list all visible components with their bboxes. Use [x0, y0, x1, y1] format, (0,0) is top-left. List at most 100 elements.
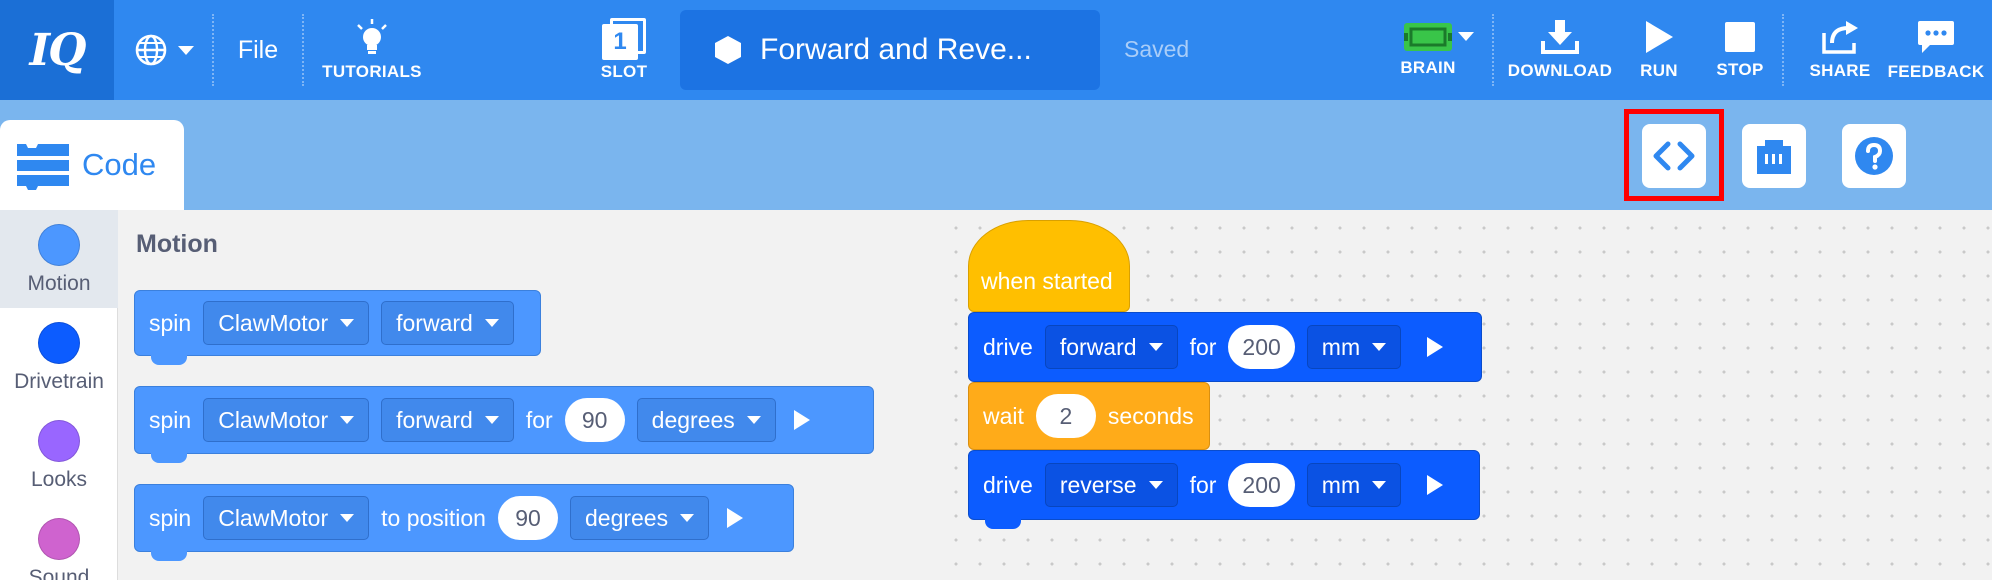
project-title-field[interactable]: Forward and Reve...: [680, 10, 1100, 90]
download-button[interactable]: DOWNLOAD: [1500, 0, 1620, 100]
unit-dropdown[interactable]: degrees: [636, 398, 776, 442]
dropdown-caret-icon: [1372, 481, 1387, 489]
wait-seconds-block[interactable]: wait 2 seconds: [968, 382, 1210, 450]
globe-icon: [135, 34, 167, 66]
dropdown-caret-icon: [1372, 343, 1387, 351]
hexagon-icon: [715, 36, 741, 64]
dropdown-caret-icon: [1148, 343, 1163, 351]
device-icon: [1757, 140, 1791, 174]
block-keyword: spin: [149, 504, 192, 531]
chevron-down-icon: [178, 46, 194, 55]
help-button[interactable]: [1842, 124, 1906, 188]
drivetrain-category-dot: [38, 322, 80, 364]
stop-label: STOP: [1716, 60, 1764, 79]
language-menu-button[interactable]: [128, 0, 202, 100]
run-block-play-icon[interactable]: [1427, 337, 1444, 357]
file-menu-button[interactable]: File: [226, 0, 290, 100]
category-label: Looks: [30, 468, 88, 491]
stop-button[interactable]: STOP: [1706, 0, 1774, 100]
direction-dropdown[interactable]: forward: [381, 398, 514, 442]
category-looks[interactable]: Looks: [0, 406, 118, 504]
direction-dropdown[interactable]: forward: [381, 301, 514, 345]
amount-input[interactable]: 90: [497, 496, 558, 540]
distance-input[interactable]: 200: [1228, 463, 1295, 507]
block-notch: [151, 453, 187, 463]
unit-dropdown[interactable]: degrees: [569, 496, 710, 540]
code-tab-label: Code: [82, 147, 157, 182]
block-notch: [985, 519, 1021, 529]
motor-dropdown[interactable]: ClawMotor: [203, 301, 370, 345]
distance-input[interactable]: 200: [1228, 325, 1295, 369]
block-keyword: for: [1189, 471, 1217, 498]
dropdown-caret-icon: [1148, 481, 1163, 489]
block-keyword: drive: [983, 333, 1033, 360]
brain-dropdown-chevron-icon[interactable]: [1456, 30, 1476, 42]
category-label: Drivetrain: [14, 370, 104, 393]
block-notch: [151, 355, 187, 365]
tutorials-label: TUTORIALS: [322, 62, 422, 81]
block-keyword: spin: [149, 406, 192, 433]
download-label: DOWNLOAD: [1507, 61, 1613, 80]
code-tab[interactable]: Code: [0, 120, 184, 210]
looks-category-dot: [38, 420, 80, 462]
block-keyword: spin: [149, 309, 192, 336]
category-label: Sound: [28, 566, 90, 580]
dropdown-caret-icon: [484, 416, 499, 424]
brain-button[interactable]: BRAIN: [1384, 0, 1472, 100]
category-sound[interactable]: Sound: [0, 504, 118, 580]
hat-block-label: when started: [981, 268, 1113, 294]
dropdown-caret-icon: [340, 416, 355, 424]
category-motion[interactable]: Motion: [0, 210, 118, 308]
brain-label: BRAIN: [1400, 58, 1456, 77]
spin-motor-for-block[interactable]: spin ClawMotor forward for 90 degrees: [134, 386, 874, 463]
sound-category-dot: [38, 518, 80, 560]
direction-dropdown[interactable]: reverse: [1044, 463, 1178, 507]
feedback-button[interactable]: FEEDBACK: [1886, 0, 1986, 100]
share-label: SHARE: [1809, 61, 1871, 80]
slot-button[interactable]: 1 SLOT: [592, 0, 656, 100]
block-keyword: drive: [983, 471, 1033, 498]
devices-button[interactable]: [1742, 124, 1806, 188]
motor-dropdown[interactable]: ClawMotor: [203, 496, 370, 540]
slot-number: 1: [613, 28, 627, 55]
category-drivetrain[interactable]: Drivetrain: [0, 308, 118, 406]
feedback-label: FEEDBACK: [1887, 62, 1985, 81]
toolbar-divider: [212, 14, 214, 86]
unit-dropdown[interactable]: mm: [1306, 463, 1402, 507]
vex-iq-logo[interactable]: IQ: [0, 0, 114, 100]
when-started-block[interactable]: when started: [968, 220, 1130, 312]
palette-section-title: Motion: [136, 230, 218, 258]
motion-category-dot: [38, 224, 80, 266]
drive-forward-block[interactable]: drive forward for 200 mm: [968, 312, 1482, 382]
code-blocks-icon: [17, 144, 69, 190]
spin-motor-to-position-block[interactable]: spin ClawMotor to position 90 degrees: [134, 484, 794, 561]
run-block-play-icon[interactable]: [793, 410, 810, 430]
unit-dropdown[interactable]: mm: [1306, 325, 1402, 369]
run-block-play-icon[interactable]: [1427, 475, 1444, 495]
direction-dropdown[interactable]: forward: [1044, 325, 1178, 369]
share-button[interactable]: SHARE: [1800, 0, 1880, 100]
run-block-play-icon[interactable]: [727, 508, 744, 528]
block-notch: [151, 551, 187, 561]
save-status: Saved: [1124, 36, 1190, 62]
top-toolbar: IQ File TUTORIALS 1 SLOT Forward and Rev…: [0, 0, 1992, 100]
category-sidebar: Motion Drivetrain Looks Sound: [0, 210, 118, 580]
drive-reverse-block[interactable]: drive reverse for 200 mm: [968, 450, 1480, 529]
motor-dropdown[interactable]: ClawMotor: [203, 398, 370, 442]
block-keyword: seconds: [1107, 402, 1194, 429]
run-label: RUN: [1640, 61, 1678, 80]
amount-input[interactable]: 90: [564, 398, 625, 442]
dropdown-caret-icon: [680, 514, 695, 522]
block-keyword: wait: [983, 402, 1024, 429]
play-icon: [1646, 21, 1673, 53]
block-keyword: for: [1189, 333, 1217, 360]
spin-motor-block[interactable]: spin ClawMotor forward: [134, 290, 541, 365]
highlight-box: [1624, 109, 1724, 201]
stop-icon: [1725, 22, 1755, 52]
download-icon: [1541, 20, 1579, 54]
tutorials-button[interactable]: TUTORIALS: [316, 0, 428, 100]
brain-icon: [1404, 23, 1452, 51]
run-button[interactable]: RUN: [1626, 0, 1692, 100]
wait-time-input[interactable]: 2: [1035, 394, 1096, 438]
toolbar-divider: [1492, 14, 1494, 86]
